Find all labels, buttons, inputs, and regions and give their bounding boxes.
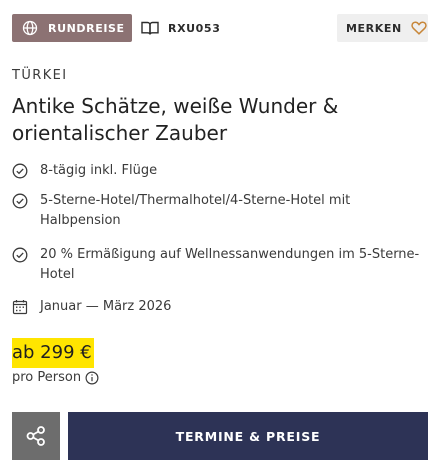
termine-preise-button[interactable]: TERMINE & PREISE: [68, 412, 428, 460]
trip-type-badge: RUNDREISE: [12, 14, 132, 42]
check-circle-icon: [12, 193, 28, 209]
trip-code-label: RXU053: [168, 21, 221, 35]
book-icon: [141, 21, 159, 35]
merken-button[interactable]: MERKEN: [337, 14, 428, 42]
travel-dates: Januar — März 2026: [12, 297, 432, 317]
price-note-text: pro Person: [12, 370, 82, 385]
offer-title: Antike Schätze, weiße Wunder & orientali…: [12, 94, 339, 145]
feature-item: 5-Sterne-Hotel/Thermalhotel/4-Sterne-Hot…: [12, 191, 432, 231]
merken-label: MERKEN: [346, 21, 402, 35]
globe-icon: [22, 20, 38, 36]
feature-text: 20 % Ermäßigung auf Wellnessanwendungen …: [40, 247, 420, 282]
trip-type-label: RUNDREISE: [48, 21, 125, 35]
feature-item: 8-tägig inkl. Flüge: [12, 161, 432, 181]
price-note: pro Person: [12, 370, 99, 385]
country-label: TÜRKEI: [12, 68, 68, 83]
trip-code: RXU053: [141, 14, 220, 42]
share-icon: [26, 426, 45, 446]
feature-text: 8-tägig inkl. Flüge: [40, 163, 158, 178]
feature-item: 20 % Ermäßigung auf Wellnessanwendungen …: [12, 245, 432, 285]
check-circle-icon: [12, 163, 28, 179]
dates-text: Januar — März 2026: [40, 299, 172, 314]
info-icon[interactable]: [85, 370, 99, 385]
check-circle-icon: [12, 247, 28, 263]
price: ab 299 €: [12, 338, 94, 368]
heart-icon: [411, 21, 427, 35]
feature-text: 5-Sterne-Hotel/Thermalhotel/4-Sterne-Hot…: [40, 193, 351, 228]
calendar-icon: [12, 300, 28, 315]
share-button[interactable]: [12, 412, 60, 460]
